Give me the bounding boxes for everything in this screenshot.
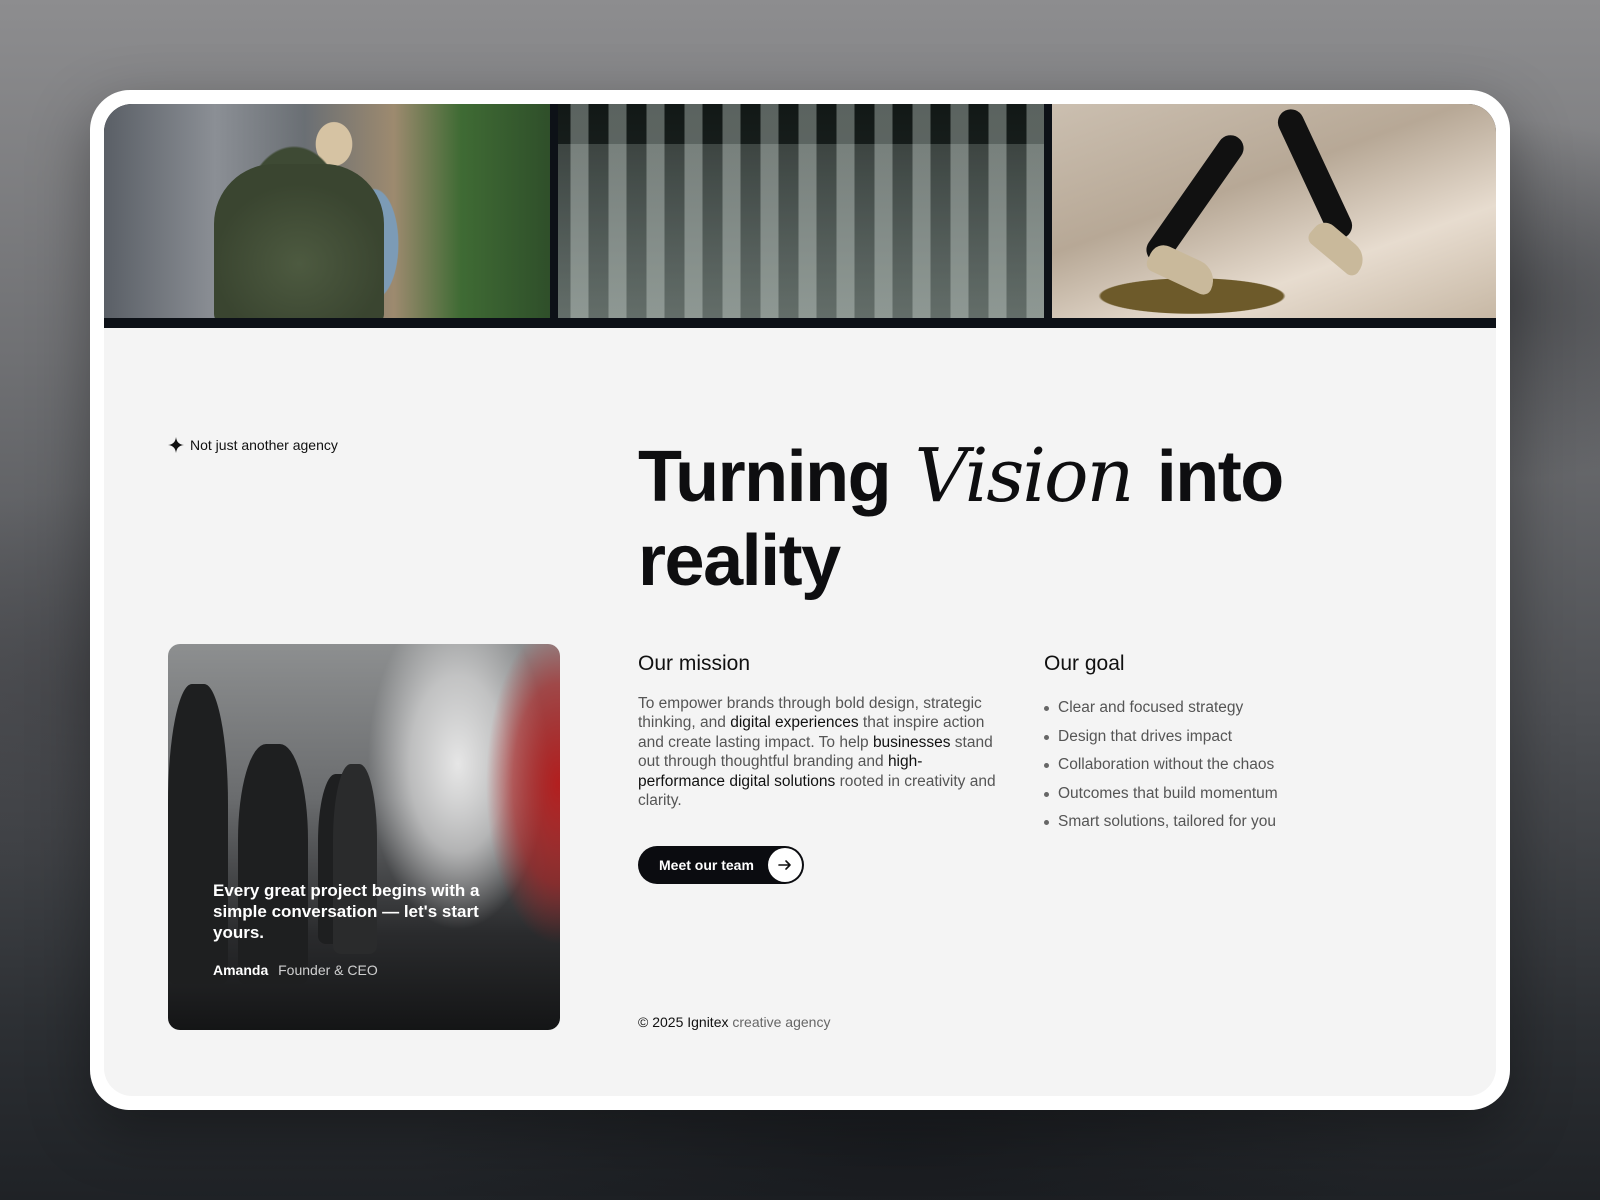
meet-team-label: Meet our team bbox=[659, 857, 754, 873]
photo-crowd-suits bbox=[558, 104, 1044, 318]
goal-item: Clear and focused strategy bbox=[1044, 694, 1278, 723]
goal-item-label: Design that drives impact bbox=[1058, 727, 1233, 745]
goal-item: Collaboration without the chaos bbox=[1044, 751, 1278, 780]
testimonial-card: Every great project begins with a simple… bbox=[168, 644, 560, 1030]
mission-title: Our mission bbox=[638, 652, 751, 675]
tagline-text: Not just another agency bbox=[190, 437, 338, 453]
mission-text: To empower brands through bold design, s… bbox=[638, 694, 1008, 810]
meet-team-button[interactable]: Meet our team bbox=[638, 846, 804, 884]
goal-item-label: Collaboration without the chaos bbox=[1058, 756, 1275, 773]
photo-runner-legs bbox=[1051, 104, 1496, 318]
footer-suffix: creative agency bbox=[732, 1014, 831, 1030]
goal-item: Design that drives impact bbox=[1044, 723, 1278, 752]
testimonial-author: Amanda Founder & CEO bbox=[213, 962, 378, 978]
arrow-right-icon bbox=[768, 848, 802, 882]
mission-highlight: businesses bbox=[872, 733, 951, 751]
page-headline: Turning Vision into reality bbox=[638, 434, 1398, 603]
author-name: Amanda bbox=[213, 962, 269, 978]
mission-highlight: digital experiences bbox=[730, 714, 859, 732]
footer-copyright: © 2025 Ignitex bbox=[638, 1014, 729, 1030]
goal-item-label: Clear and focused strategy bbox=[1058, 699, 1244, 716]
goal-item: Outcomes that build momentum bbox=[1044, 780, 1278, 809]
footer: © 2025 Ignitex creative agency bbox=[638, 1014, 830, 1030]
headline-script-word: Vision bbox=[914, 433, 1135, 519]
testimonial-quote: Every great project begins with a simple… bbox=[213, 881, 480, 942]
goal-list: Clear and focused strategy Design that d… bbox=[1044, 694, 1278, 837]
goal-item-label: Outcomes that build momentum bbox=[1058, 784, 1278, 802]
sparkle-icon bbox=[168, 437, 184, 453]
device-frame: Not just another agency Turning Vision i… bbox=[90, 90, 1510, 1110]
photo-strip bbox=[104, 104, 1496, 328]
photo-woman-headphones bbox=[104, 104, 551, 318]
goal-title: Our goal bbox=[1044, 652, 1125, 675]
tagline: Not just another agency bbox=[168, 437, 338, 453]
headline-before: Turning bbox=[638, 437, 909, 517]
page-screen: Not just another agency Turning Vision i… bbox=[104, 104, 1496, 1096]
author-role: Founder & CEO bbox=[278, 962, 378, 978]
goal-item: Smart solutions, tailored for you bbox=[1044, 808, 1278, 837]
goal-item-label: Smart solutions, tailored for you bbox=[1058, 813, 1276, 830]
